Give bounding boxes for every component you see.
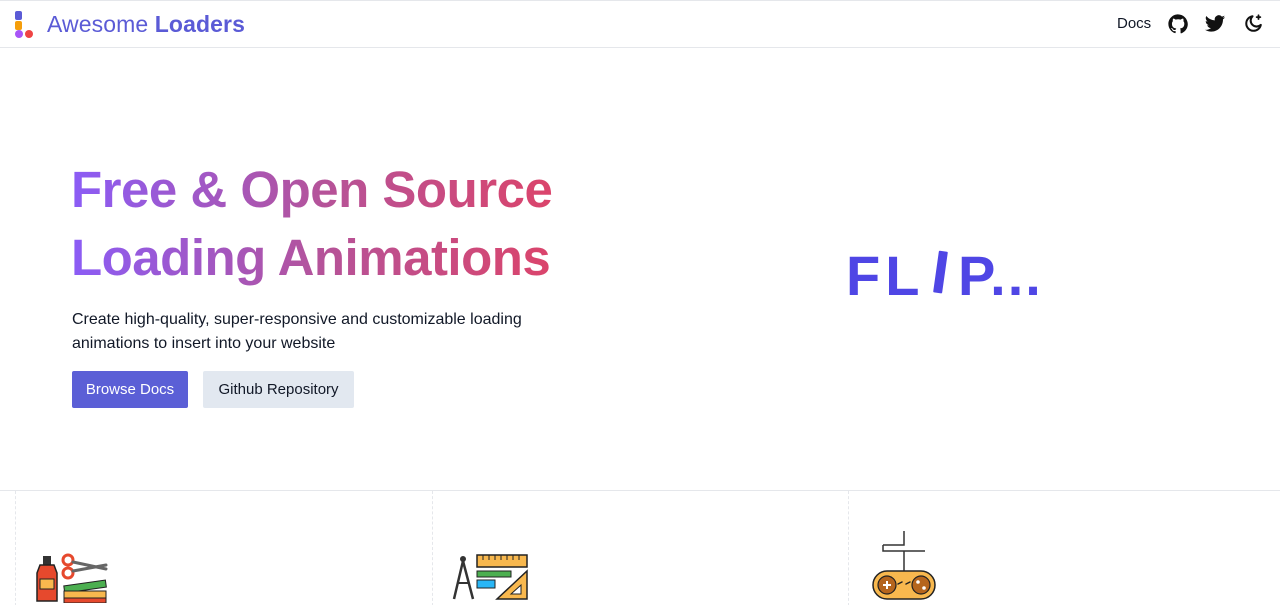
browse-docs-button[interactable]: Browse Docs xyxy=(72,371,188,408)
features-section xyxy=(0,490,1280,605)
logo-icon[interactable] xyxy=(14,11,36,39)
loader-text-tail: P... xyxy=(958,245,1043,305)
hero-title-line-1: Free & Open Source xyxy=(71,161,553,218)
flip-loader-animation: FL P... xyxy=(846,245,1043,305)
loader-flipping-i xyxy=(933,250,948,294)
drafting-tools-icon xyxy=(452,554,528,600)
feature-card xyxy=(432,491,848,605)
art-supplies-icon xyxy=(36,553,108,603)
github-repository-button[interactable]: Github Repository xyxy=(203,371,354,408)
feature-card xyxy=(15,491,432,605)
hero-title: Free & Open Source Loading Animations xyxy=(71,156,631,292)
feature-card xyxy=(848,491,1280,605)
brand-bold-text: Loaders xyxy=(154,11,245,37)
hero-title-line-2: Loading Animations xyxy=(71,229,551,286)
nav-docs-link[interactable]: Docs xyxy=(1117,15,1151,33)
brand-name[interactable]: Awesome Loaders xyxy=(47,10,245,38)
top-navbar: Awesome Loaders Docs xyxy=(0,0,1280,48)
game-controller-icon xyxy=(872,531,936,600)
hero-subtitle: Create high-quality, super-responsive an… xyxy=(72,311,522,352)
theme-toggle-icon[interactable] xyxy=(1242,13,1264,35)
twitter-icon[interactable] xyxy=(1204,13,1226,35)
loader-text: FL xyxy=(846,245,924,305)
github-icon[interactable] xyxy=(1167,13,1189,35)
brand-light-text: Awesome xyxy=(47,11,149,37)
